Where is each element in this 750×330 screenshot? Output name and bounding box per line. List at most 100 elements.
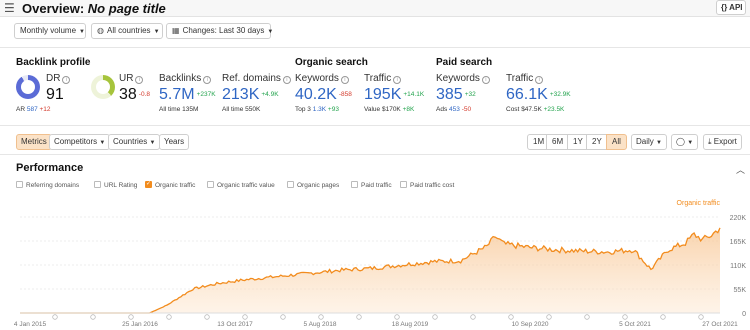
chevron-down-icon: ▼ [149,140,156,146]
organic-traffic-value[interactable]: 195K +14.1K [364,86,424,104]
dr-value: 91 [46,86,64,103]
dr-label: DR i [46,73,71,84]
cost-line: Cost $47.5K +23.5K [506,106,564,113]
info-icon[interactable]: i [393,76,402,84]
toggle-organic-pages[interactable]: Organic pages [287,181,339,189]
ads-value[interactable]: 453 [449,106,460,113]
info-icon[interactable]: i [535,76,544,84]
checkbox [400,181,407,188]
range-all[interactable]: All [606,134,627,150]
backlinks-label-text: Backlinks [159,73,202,84]
chevron-down-icon: ▼ [687,140,694,146]
y-tick-label: 220K [730,215,747,222]
ur-label-text: UR [119,73,134,84]
tab-countries-label: Countries [113,137,148,146]
toggle-label: Paid traffic cost [410,182,455,189]
paid-keywords-label: Keywords i [436,73,490,84]
toggle-url-rating[interactable]: URL Rating [94,181,137,189]
toggle-organic-traffic[interactable]: Organic traffic [145,180,195,189]
range-6m[interactable]: 6M [546,134,570,150]
globe-icon: ◍ [97,26,104,35]
volume-dropdown[interactable]: Monthly volume ▼ [14,23,86,39]
annotation-marker [166,314,172,320]
ads-label: Ads [436,106,448,113]
tab-years[interactable]: Years [159,134,190,150]
granularity-label: Daily [636,137,654,146]
backlinks-alltime-value: 135M [182,106,199,113]
x-tick-label: 5 Oct 2021 [619,321,651,328]
export-button[interactable]: ⤓ Export [703,134,742,150]
annotations-dropdown[interactable]: ◯ ▼ [671,134,699,150]
changes-dropdown[interactable]: ▦ Changes: Last 30 days ▼ [166,23,273,39]
toggle-label: URL Rating [104,182,138,189]
api-button[interactable]: {} API [716,0,746,15]
code-icon: {} [721,3,728,12]
chart-toolbar: Metrics Competitors ▼ Countries ▼ Years … [0,134,750,152]
toggle-label: Organic traffic value [217,182,275,189]
checkbox [16,181,23,188]
range-2y[interactable]: 2Y [586,134,608,150]
paid-traffic-label: Traffic i [506,73,544,84]
annotation-marker [698,314,704,320]
tab-countries[interactable]: Countries ▼ [108,134,161,150]
annotation-marker [280,314,286,320]
chevron-down-icon: ▼ [99,140,106,146]
toggle-organic-traffic-value[interactable]: Organic traffic value [207,181,275,189]
paid-traffic-delta: +32.9K [549,91,571,99]
organic-keywords-label: Keywords i [295,73,349,84]
info-icon[interactable]: i [62,76,71,84]
refdomains-value[interactable]: 213K +4.9K [222,86,279,104]
paid-traffic-value[interactable]: 66.1K +32.9K [506,86,571,104]
annotation-marker [432,314,438,320]
tab-metrics[interactable]: Metrics [16,134,52,150]
checkbox [351,181,358,188]
toggle-referring-domains[interactable]: Referring domains [16,181,79,189]
backlinks-label: Backlinks i [159,73,212,84]
chevron-down-icon: ▼ [79,29,85,35]
toggle-label: Paid traffic [361,182,392,189]
annotation-marker [470,314,476,320]
info-icon[interactable]: i [481,76,490,84]
checkbox [94,181,101,188]
ar-value[interactable]: 587 [27,106,38,113]
value-delta: +8K [402,106,415,113]
backlink-profile-title: Backlink profile [16,57,91,68]
performance-title: Performance [16,162,84,174]
countries-dropdown[interactable]: ◍ All countries ▼ [91,23,163,39]
toggle-paid-traffic[interactable]: Paid traffic [351,181,392,189]
backlinks-value[interactable]: 5.7M +237K [159,86,216,104]
refdomains-value-text: 213K [222,86,260,103]
backlinks-value-text: 5.7M [159,86,195,103]
annotation-marker [52,314,58,320]
refdomains-alltime-label: All time [222,106,244,113]
organic-keywords-label-text: Keywords [295,73,339,84]
backlinks-delta: +237K [196,91,216,99]
volume-label: Monthly volume [20,26,77,35]
ar-delta: +12 [39,106,51,113]
organic-keywords-value[interactable]: 40.2K -858 [295,86,352,104]
info-icon[interactable]: i [135,76,144,84]
tab-competitors[interactable]: Competitors ▼ [49,134,111,150]
info-icon[interactable]: i [340,76,349,84]
x-tick-label: 18 Aug 2019 [392,321,429,328]
divider [0,154,750,155]
info-icon[interactable]: i [203,76,212,84]
granularity-dropdown[interactable]: Daily ▼ [631,134,667,150]
ur-delta: -0.8 [138,91,150,99]
countries-label: All countries [106,26,151,35]
chevron-up-icon[interactable]: ︿ [736,163,745,176]
paid-keywords-value-text: 385 [436,86,463,103]
dr-donut [16,75,40,99]
y-tick-label: 0 [742,311,746,318]
refdomains-alltime-value: 550K [245,106,261,113]
organic-traffic-label: Traffic i [364,73,402,84]
info-icon[interactable]: i [282,76,291,84]
menu-icon[interactable]: ☰ [4,2,16,14]
top3-value[interactable]: 1.3K [313,106,326,113]
annotation-marker [394,314,400,320]
paid-keywords-value[interactable]: 385 +32 [436,86,476,104]
cost-value: $47.5K [521,106,542,113]
top3-line: Top 3 1.3K +93 [295,106,339,113]
organic-traffic-chart: 220K 165K 110K 55K 0 4 Jan 2015 25 Jan 2016 13 … [14,215,747,328]
toggle-paid-traffic-cost[interactable]: Paid traffic cost [400,181,454,189]
